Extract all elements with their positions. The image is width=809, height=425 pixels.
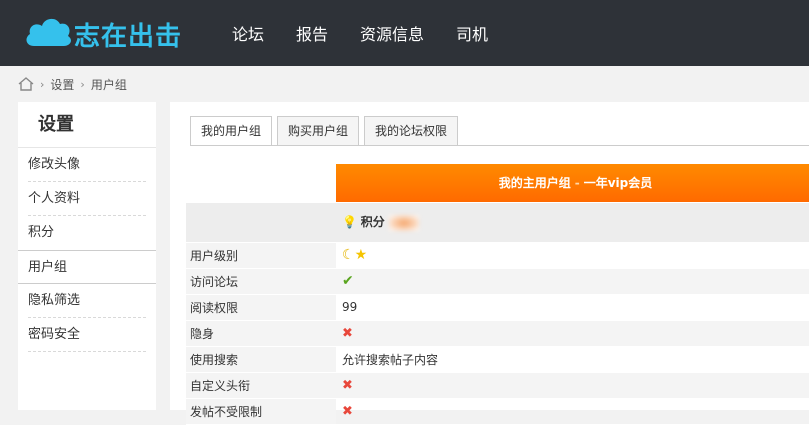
blurred-value xyxy=(388,214,419,231)
points-row: 💡 积分 xyxy=(186,202,809,243)
cloud-icon xyxy=(26,18,71,46)
moon-icon: ☾ xyxy=(342,247,355,263)
chevron-right-icon: › xyxy=(80,77,85,91)
row-label: 访问论坛 xyxy=(186,268,336,295)
group-header-name: 一年vip会员 xyxy=(583,176,653,191)
nav-resources[interactable]: 资源信息 xyxy=(360,21,424,45)
group-header-sep: - xyxy=(574,176,580,191)
nav-forum[interactable]: 论坛 xyxy=(232,21,264,45)
row-label: 自定义头衔 xyxy=(186,372,336,399)
main-content: 我的用户组 购买用户组 我的论坛权限 我的主用户组 - 一年vip会员 💡 积分 用… xyxy=(170,102,809,425)
table-row: 自定义头衔 ✖ xyxy=(186,372,809,399)
row-label: 阅读权限 xyxy=(186,294,336,321)
settings-sidebar: 设置 修改头像 个人资料 积分 用户组 隐私筛选 密码安全 xyxy=(18,102,156,410)
table-row: 发帖不受限制 ✖ xyxy=(186,398,809,425)
table-row: 用户级别 ☾★ xyxy=(186,242,809,269)
logo-text: 志在出击 xyxy=(74,22,183,52)
row-label: 发帖不受限制 xyxy=(186,398,336,425)
top-navbar: 志在出击 论坛 报告 资源信息 司机 xyxy=(0,0,809,66)
table-row: 阅读权限 99 xyxy=(186,294,809,321)
cross-icon: ✖ xyxy=(342,403,353,419)
sidebar-title: 设置 xyxy=(18,102,156,148)
breadcrumb-settings[interactable]: 设置 xyxy=(50,76,74,93)
tab-bar: 我的用户组 购买用户组 我的论坛权限 xyxy=(190,116,463,146)
group-header-prefix: 我的主用户组 xyxy=(498,176,571,191)
lightbulb-icon: 💡 xyxy=(342,215,357,230)
cross-icon: ✖ xyxy=(342,377,353,393)
row-label: 使用搜索 xyxy=(186,346,336,373)
points-label: 积分 xyxy=(360,215,385,230)
sidebar-item-profile[interactable]: 个人资料 xyxy=(28,182,146,216)
nav-report[interactable]: 报告 xyxy=(296,21,328,45)
home-icon[interactable] xyxy=(18,77,34,91)
cross-icon: ✖ xyxy=(342,325,353,341)
row-label: 隐身 xyxy=(186,320,336,347)
table-row: 使用搜索 允许搜索帖子内容 xyxy=(186,346,809,373)
nav-driver[interactable]: 司机 xyxy=(456,21,488,45)
group-header-row: 我的主用户组 - 一年vip会员 xyxy=(186,164,809,203)
sidebar-item-usergroup[interactable]: 用户组 xyxy=(18,250,156,284)
main-nav: 论坛 报告 资源信息 司机 xyxy=(232,0,520,66)
sidebar-item-avatar[interactable]: 修改头像 xyxy=(28,148,146,182)
tab-forum-permissions[interactable]: 我的论坛权限 xyxy=(364,116,459,146)
row-value: 允许搜索帖子内容 xyxy=(336,346,809,373)
table-row: 隐身 ✖ xyxy=(186,320,809,347)
row-value: 99 xyxy=(336,294,809,321)
group-header: 我的主用户组 - 一年vip会员 xyxy=(336,164,809,203)
table-row: 访问论坛 ✔ xyxy=(186,268,809,295)
tab-buy-usergroup[interactable]: 购买用户组 xyxy=(277,116,360,146)
sidebar-item-credits[interactable]: 积分 xyxy=(28,216,146,250)
sidebar-item-password[interactable]: 密码安全 xyxy=(28,318,146,352)
site-logo[interactable]: 志在出击 xyxy=(22,10,222,56)
star-icon: ★ xyxy=(354,247,368,263)
tab-my-usergroup[interactable]: 我的用户组 xyxy=(190,116,273,146)
usergroup-table: 我的主用户组 - 一年vip会员 💡 积分 用户级别 ☾★ 访问论坛 ✔ 阅读权限 … xyxy=(186,164,809,425)
chevron-right-icon: › xyxy=(40,77,45,91)
breadcrumb-usergroup[interactable]: 用户组 xyxy=(91,76,127,93)
sidebar-item-privacy[interactable]: 隐私筛选 xyxy=(28,284,146,318)
checkmark-icon: ✔ xyxy=(342,273,354,289)
tab-divider xyxy=(190,145,809,146)
row-label: 用户级别 xyxy=(186,242,336,269)
breadcrumb: › 设置 › 用户组 xyxy=(18,74,127,94)
